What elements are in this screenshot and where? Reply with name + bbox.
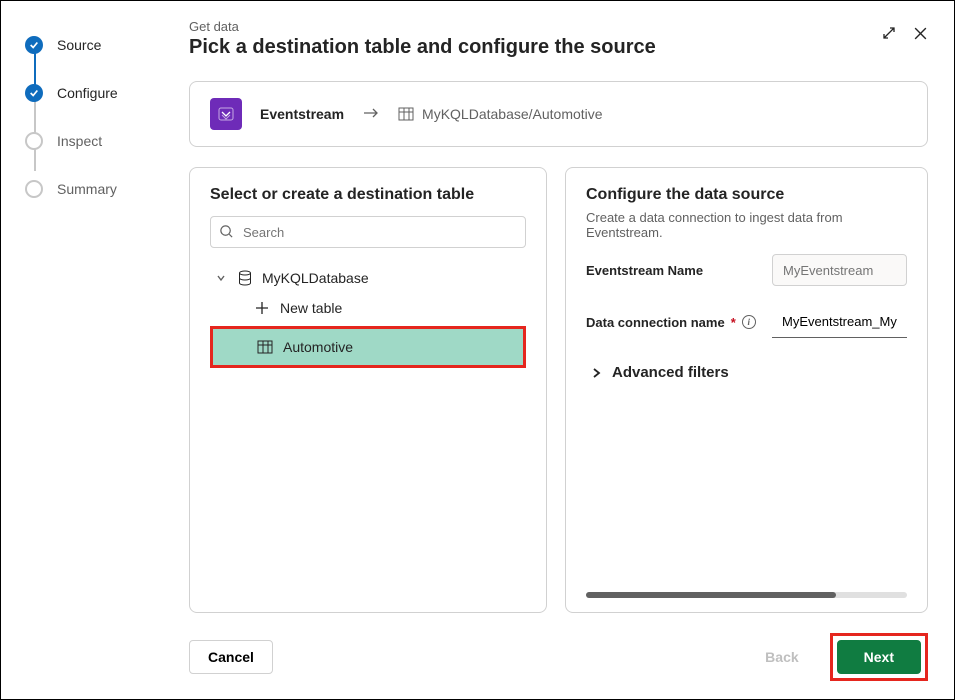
highlight-annotation: Automotive xyxy=(210,326,526,368)
plus-icon xyxy=(254,301,270,315)
database-name: MyKQLDatabase xyxy=(262,270,369,286)
breadcrumb-source-label: Eventstream xyxy=(260,106,344,122)
scrollbar-thumb[interactable] xyxy=(586,592,836,598)
database-icon xyxy=(238,270,252,286)
new-table-label: New table xyxy=(280,300,342,316)
step-label: Inspect xyxy=(57,133,102,149)
eventstream-name-label: Eventstream Name xyxy=(586,263,756,278)
step-label: Source xyxy=(57,37,101,53)
highlight-annotation: Next xyxy=(830,633,928,681)
step-label: Configure xyxy=(57,85,118,101)
eventstream-name-field xyxy=(772,254,907,286)
table-tree: MyKQLDatabase New table Automotive xyxy=(210,264,526,368)
panels: Select or create a destination table MyK… xyxy=(189,167,928,613)
stepper-nav: Source Configure Inspect Summary xyxy=(1,1,181,699)
arrow-right-icon xyxy=(362,106,380,123)
destination-table-panel: Select or create a destination table MyK… xyxy=(189,167,547,613)
breadcrumb-dest-label: MyKQLDatabase/Automotive xyxy=(422,106,603,122)
required-asterisk: * xyxy=(731,315,736,330)
horizontal-scrollbar[interactable] xyxy=(586,592,907,598)
main-content: Get data Pick a destination table and co… xyxy=(181,1,954,699)
step-configure[interactable]: Configure xyxy=(25,69,181,117)
header-small: Get data xyxy=(189,19,656,34)
advanced-filters-label: Advanced filters xyxy=(612,364,729,381)
chevron-down-icon xyxy=(214,272,228,284)
right-panel-title: Configure the data source xyxy=(586,186,907,204)
circle-icon xyxy=(25,132,43,150)
eventstream-icon xyxy=(210,98,242,130)
page-title: Pick a destination table and configure t… xyxy=(189,36,656,59)
step-source[interactable]: Source xyxy=(25,21,181,69)
left-panel-title: Select or create a destination table xyxy=(210,186,526,204)
eventstream-name-row: Eventstream Name xyxy=(586,254,907,286)
database-node[interactable]: MyKQLDatabase xyxy=(210,264,526,292)
search-icon xyxy=(219,224,234,239)
step-summary[interactable]: Summary xyxy=(25,165,181,213)
circle-icon xyxy=(25,180,43,198)
new-table-button[interactable]: New table xyxy=(210,292,526,324)
chevron-right-icon xyxy=(590,367,602,379)
stepper-connector xyxy=(34,41,36,171)
table-name: Automotive xyxy=(283,339,353,355)
step-inspect[interactable]: Inspect xyxy=(25,117,181,165)
step-label: Summary xyxy=(57,181,117,197)
advanced-filters-toggle[interactable]: Advanced filters xyxy=(586,358,907,387)
cancel-button[interactable]: Cancel xyxy=(189,640,273,674)
check-icon xyxy=(25,84,43,102)
table-icon xyxy=(398,107,414,121)
back-button: Back xyxy=(746,640,817,674)
expand-icon[interactable] xyxy=(881,25,897,41)
connection-name-row: Data connection name * i xyxy=(586,306,907,338)
connection-name-field[interactable] xyxy=(772,306,907,338)
right-panel-subtitle: Create a data connection to ingest data … xyxy=(586,210,907,240)
close-icon[interactable] xyxy=(913,26,928,41)
next-button[interactable]: Next xyxy=(837,640,921,674)
configure-source-panel: Configure the data source Create a data … xyxy=(565,167,928,613)
table-icon xyxy=(257,340,273,354)
table-item-automotive[interactable]: Automotive xyxy=(213,329,523,365)
connection-name-label: Data connection name * i xyxy=(586,315,756,330)
search-input[interactable] xyxy=(210,216,526,248)
breadcrumb-destination: MyKQLDatabase/Automotive xyxy=(398,106,603,122)
search-wrapper xyxy=(210,216,526,248)
info-icon[interactable]: i xyxy=(742,315,756,329)
header: Get data Pick a destination table and co… xyxy=(189,19,928,59)
check-icon xyxy=(25,36,43,54)
footer: Cancel Back Next xyxy=(189,633,928,681)
source-dest-breadcrumb: Eventstream MyKQLDatabase/Automotive xyxy=(189,81,928,147)
